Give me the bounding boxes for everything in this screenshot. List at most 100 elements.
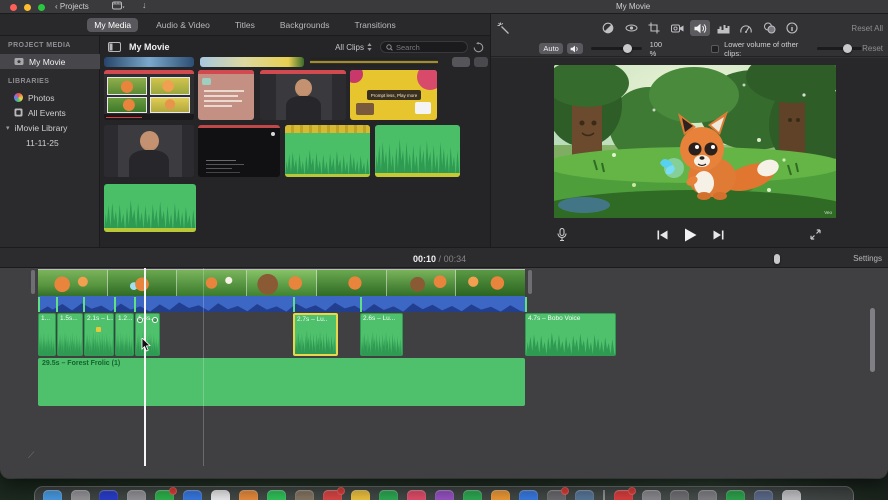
dock-app-icon[interactable] xyxy=(491,490,510,500)
media-thumbnail[interactable] xyxy=(200,57,304,67)
dock-app-icon[interactable] xyxy=(99,490,118,500)
dock-app-icon[interactable] xyxy=(267,490,286,500)
media-thumbnail-audio[interactable] xyxy=(104,184,196,232)
crop-icon[interactable] xyxy=(644,20,664,36)
dock-app-icon[interactable] xyxy=(575,490,594,500)
previous-frame-button[interactable] xyxy=(657,230,668,240)
dock-app-icon[interactable] xyxy=(698,490,717,500)
clip-filter-icon[interactable] xyxy=(759,20,779,36)
audio-clip[interactable]: 1.2... xyxy=(115,313,134,356)
background-music-clip[interactable]: 29.5s – Forest Frolic (1) xyxy=(38,358,525,406)
media-thumbnail-webcam[interactable] xyxy=(260,70,346,120)
import-media-icon[interactable] xyxy=(112,1,125,11)
dock-app-icon[interactable] xyxy=(670,490,689,500)
download-arrow-icon[interactable]: ↓ xyxy=(142,0,147,10)
dock-app-icon[interactable] xyxy=(183,490,202,500)
media-thumbnail-screen-recording[interactable] xyxy=(198,125,280,177)
settings-button[interactable]: Settings xyxy=(853,254,882,263)
sidebar-item-my-movie[interactable]: My Movie xyxy=(0,54,100,69)
media-thumbnail[interactable] xyxy=(452,57,470,67)
enhance-wand-icon[interactable] xyxy=(497,22,510,35)
auto-volume-button[interactable]: Auto xyxy=(539,43,564,54)
color-balance-icon[interactable] xyxy=(621,20,641,36)
search-input[interactable] xyxy=(396,42,460,52)
dock-app-icon[interactable] xyxy=(155,487,177,500)
dock-app-icon[interactable] xyxy=(547,487,569,500)
sidebar-item-all-events[interactable]: All Events xyxy=(0,105,100,120)
volume-icon[interactable] xyxy=(690,20,710,36)
volume-slider[interactable] xyxy=(591,44,642,53)
stabilization-icon[interactable] xyxy=(667,20,687,36)
search-field[interactable] xyxy=(380,41,468,53)
dock-app-icon[interactable] xyxy=(614,487,636,500)
media-thumbnail[interactable] xyxy=(474,57,488,67)
dock-app-icon[interactable] xyxy=(519,490,538,500)
sidebar-item-photos[interactable]: Photos xyxy=(0,90,100,105)
fade-handle[interactable] xyxy=(152,317,158,323)
tab-backgrounds[interactable]: Backgrounds xyxy=(273,18,337,32)
playhead[interactable] xyxy=(144,268,146,466)
video-clip-filmstrip[interactable] xyxy=(38,269,525,296)
speed-icon[interactable] xyxy=(736,20,756,36)
disclosure-chevron-icon[interactable]: ▾ xyxy=(6,124,10,132)
dock-app-icon[interactable] xyxy=(71,490,90,500)
media-thumbnail[interactable] xyxy=(310,57,438,67)
dock-app-icon[interactable] xyxy=(782,490,801,500)
play-button[interactable] xyxy=(684,228,697,242)
dock-app-icon[interactable] xyxy=(323,487,345,500)
video-audio-waveform[interactable] xyxy=(38,296,525,312)
sidebar-item-event-11-11-25[interactable]: 11-11-25 xyxy=(0,135,100,150)
tab-transitions[interactable]: Transitions xyxy=(347,18,402,32)
audio-clip-selected[interactable]: 2.7s – Lu.. xyxy=(293,313,338,356)
media-thumbnail-audio[interactable] xyxy=(285,125,370,177)
dock-app-icon[interactable] xyxy=(642,490,661,500)
dock-app-icon[interactable] xyxy=(726,490,745,500)
dock[interactable] xyxy=(34,486,854,500)
audio-clip[interactable]: 2.1s – L... xyxy=(84,313,114,356)
audio-clip-bobo-voice[interactable]: 4.7s – Bobo Voice xyxy=(525,313,616,356)
next-frame-button[interactable] xyxy=(713,230,724,240)
preview-image[interactable]: Veo xyxy=(554,65,836,218)
mute-button[interactable] xyxy=(567,43,584,54)
dock-app-icon[interactable] xyxy=(463,490,482,500)
dock-app-icon[interactable] xyxy=(407,490,426,500)
noise-reduction-icon[interactable] xyxy=(713,20,733,36)
fullscreen-icon[interactable] xyxy=(810,229,821,240)
minimize-window-button[interactable] xyxy=(24,4,31,11)
dock-app-icon[interactable] xyxy=(295,490,314,500)
reset-button[interactable]: Reset xyxy=(862,44,883,53)
media-thumbnail-audio[interactable] xyxy=(375,125,460,177)
tab-titles[interactable]: Titles xyxy=(228,18,262,32)
dock-app-icon[interactable] xyxy=(211,490,230,500)
dock-app-icon[interactable] xyxy=(351,490,370,500)
audio-clip[interactable]: 1... xyxy=(38,313,56,356)
trim-handle-left[interactable] xyxy=(31,270,35,294)
close-window-button[interactable] xyxy=(10,4,17,11)
refresh-icon[interactable] xyxy=(473,41,484,53)
dock-app-icon[interactable] xyxy=(127,490,146,500)
dock-app-icon[interactable] xyxy=(43,490,62,500)
zoom-window-button[interactable] xyxy=(38,4,45,11)
back-to-projects-button[interactable]: ‹ Projects xyxy=(55,2,89,11)
media-thumbnail-document[interactable] xyxy=(198,70,254,120)
sidebar-toggle-icon[interactable] xyxy=(108,42,121,52)
sidebar-item-imovie-library[interactable]: ▾ iMovie Library xyxy=(0,120,100,135)
reset-all-button[interactable]: Reset All xyxy=(851,24,883,33)
fade-handle[interactable] xyxy=(137,317,143,323)
clip-filter-dropdown[interactable]: All Clips xyxy=(335,43,372,52)
clip-info-icon[interactable] xyxy=(782,20,802,36)
tab-audio-video[interactable]: Audio & Video xyxy=(149,18,217,32)
audio-clip[interactable]: 1.5s... xyxy=(57,313,83,356)
trim-handle-right[interactable] xyxy=(528,270,532,294)
lower-volume-slider[interactable] xyxy=(817,44,863,53)
lower-volume-checkbox[interactable] xyxy=(711,44,720,53)
dock-app-icon[interactable] xyxy=(754,490,773,500)
dock-app-icon[interactable] xyxy=(435,490,454,500)
tab-my-media[interactable]: My Media xyxy=(87,17,139,32)
media-thumbnail[interactable] xyxy=(104,57,194,67)
media-thumbnail-webcam[interactable] xyxy=(104,125,194,177)
media-thumbnail-slide[interactable]: Prompt less, Play more xyxy=(350,70,437,120)
dock-app-icon[interactable] xyxy=(379,490,398,500)
audio-clip[interactable]: 2.6s – Lu... xyxy=(360,313,403,356)
dock-app-icon[interactable] xyxy=(239,490,258,500)
